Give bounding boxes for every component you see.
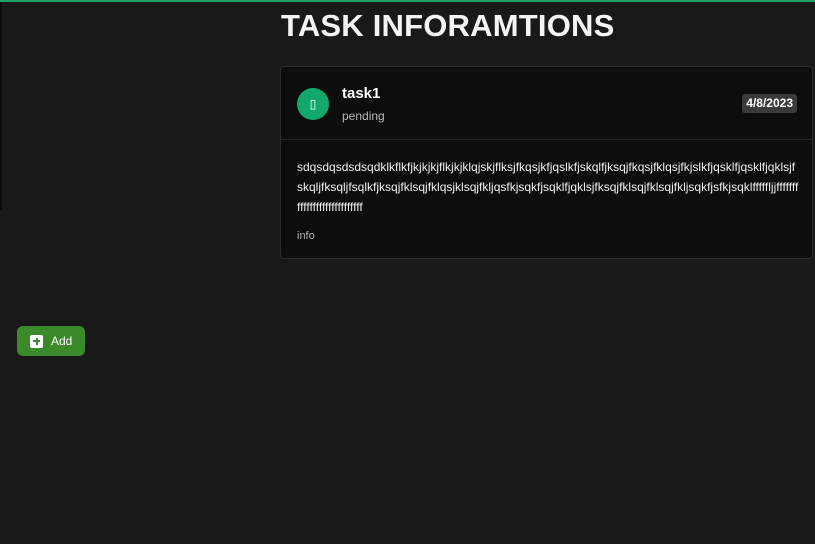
task-name: task1	[342, 85, 381, 102]
top-accent-bar	[0, 0, 815, 2]
left-edge-divider	[0, 2, 2, 210]
task-status: pending	[342, 109, 385, 123]
add-button-label: Add	[51, 334, 73, 348]
add-button[interactable]: Add	[17, 326, 85, 356]
task-description: sdqsdqsdsdsqdklkflkfjkjkjkjflkjkjklqjskj…	[297, 160, 799, 214]
task-avatar: ▯	[297, 88, 329, 120]
plus-square-icon	[30, 334, 43, 348]
task-card: ▯ task1 pending 4/8/2023 sdqsdqsdsdsqdkl…	[280, 66, 813, 259]
task-avatar-icon: ▯	[309, 97, 317, 111]
task-card-header: ▯ task1 pending 4/8/2023	[281, 67, 812, 140]
page-title: TASK INFORAMTIONS	[281, 8, 615, 43]
task-date-badge: 4/8/2023	[742, 94, 797, 113]
task-info-label: info	[297, 230, 315, 242]
